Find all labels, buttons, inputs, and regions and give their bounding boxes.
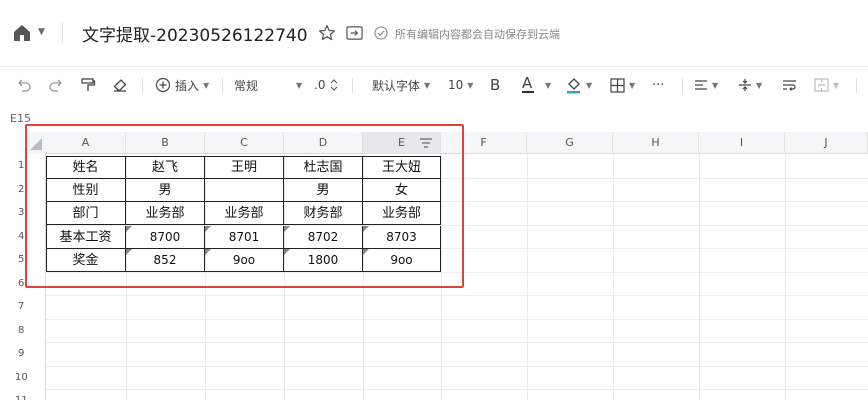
- chevron-down-icon: ▼: [833, 80, 840, 90]
- decimal-places-control[interactable]: .0: [314, 75, 338, 95]
- merge-cells-button[interactable]: ▼: [814, 75, 839, 95]
- row-header-8[interactable]: 8: [0, 319, 46, 342]
- wrap-text-icon: [783, 80, 796, 91]
- font-family-label: 默认字体: [372, 78, 421, 93]
- toolbar-divider: [352, 77, 353, 93]
- toolbar-divider: [682, 77, 683, 93]
- plus-circle-icon: [155, 77, 171, 93]
- format-painter-button[interactable]: [80, 75, 96, 95]
- grid-row-line: [46, 342, 868, 343]
- chevron-down-icon: ▼: [203, 80, 210, 90]
- more-label: ···: [652, 77, 665, 93]
- saved-check-icon: [374, 26, 388, 40]
- font-size-select[interactable]: 10 ▼: [448, 75, 473, 95]
- fill-color-button[interactable]: ▼: [566, 75, 592, 95]
- column-header-i[interactable]: I: [699, 132, 785, 154]
- align-left-icon: [695, 80, 707, 90]
- borders-button[interactable]: ▼: [610, 75, 635, 95]
- row-header-7[interactable]: 7: [0, 295, 46, 318]
- number-format-select[interactable]: 常规 ▼: [234, 75, 302, 95]
- chevron-down-icon: ▼: [467, 80, 474, 90]
- toolbar-divider: [222, 77, 223, 93]
- redo-button[interactable]: [48, 75, 64, 95]
- font-size-label: 10: [448, 78, 464, 92]
- number-format-label: 常规: [234, 78, 259, 93]
- toolbar: 插入 ▼ 常规 ▼ .0 默认字体 ▼ 10 ▼ B A ▼ ▼ ▼ ··· ▼: [0, 66, 868, 102]
- grid-column-line: [527, 154, 528, 400]
- horizontal-align-button[interactable]: ▼: [694, 75, 718, 95]
- grid-column-line: [613, 154, 614, 400]
- format-painter-icon: [81, 78, 96, 91]
- more-options-button[interactable]: ···: [652, 75, 664, 95]
- title-divider: [62, 22, 63, 44]
- chevron-down-icon: ▼: [296, 80, 303, 90]
- font-color-swatch: [522, 91, 534, 93]
- chevron-down-icon: ▼: [424, 80, 431, 90]
- bold-label: B: [490, 76, 501, 94]
- move-to-folder-icon[interactable]: [346, 25, 363, 41]
- border-grid-icon: [610, 77, 625, 93]
- chevron-down-icon: ▼: [586, 80, 593, 90]
- home-icon[interactable]: [12, 23, 32, 43]
- grid-row-line: [46, 389, 868, 390]
- font-color-label: A: [522, 74, 533, 92]
- title-bar: ▼ 文字提取-20230526122740 所有编辑内容都会自动保存到云端: [0, 0, 868, 60]
- fill-bucket-icon: [567, 78, 580, 94]
- undo-button[interactable]: [16, 75, 32, 95]
- redo-icon: [49, 79, 62, 92]
- toolbar-divider: [856, 77, 857, 93]
- stepper-arrows-icon: [331, 79, 338, 91]
- wrap-text-button[interactable]: [782, 75, 797, 95]
- grid-row-line: [46, 318, 868, 320]
- bold-button[interactable]: B: [490, 75, 500, 95]
- toolbar-divider: [142, 77, 143, 93]
- grid-row-line: [46, 295, 868, 296]
- grid-column-line: [699, 154, 700, 400]
- grid-row-line: [46, 365, 868, 367]
- vertical-align-button[interactable]: ▼: [738, 75, 762, 95]
- column-header-j[interactable]: J: [785, 132, 868, 154]
- row-header-10[interactable]: 10: [0, 366, 46, 389]
- row-header-11[interactable]: 11: [0, 389, 46, 400]
- align-middle-icon: [739, 79, 751, 91]
- grid-column-line: [785, 154, 786, 400]
- star-icon[interactable]: [318, 24, 336, 42]
- decimal-label: .0: [314, 78, 326, 92]
- column-header-g[interactable]: G: [527, 132, 613, 154]
- insert-button[interactable]: 插入 ▼: [155, 75, 209, 95]
- font-family-select[interactable]: 默认字体 ▼: [372, 75, 430, 95]
- eraser-icon: [113, 79, 127, 92]
- document-title[interactable]: 文字提取-20230526122740: [82, 21, 308, 46]
- clear-format-button[interactable]: [112, 75, 128, 95]
- chevron-down-icon: ▼: [756, 80, 763, 90]
- row-header-9[interactable]: 9: [0, 342, 46, 365]
- home-chevron-down-icon[interactable]: ▼: [38, 27, 45, 37]
- save-status-text: 所有编辑内容都会自动保存到云端: [395, 28, 560, 41]
- undo-icon: [18, 79, 31, 92]
- chevron-down-icon: ▼: [712, 80, 719, 90]
- insert-label: 插入: [175, 78, 200, 93]
- font-color-button[interactable]: A: [522, 75, 534, 95]
- column-header-h[interactable]: H: [613, 132, 699, 154]
- merge-cells-icon: [814, 78, 829, 92]
- font-color-chevron-icon[interactable]: ▼: [545, 81, 551, 90]
- chevron-down-icon: ▼: [629, 80, 636, 90]
- highlight-box: [25, 124, 464, 288]
